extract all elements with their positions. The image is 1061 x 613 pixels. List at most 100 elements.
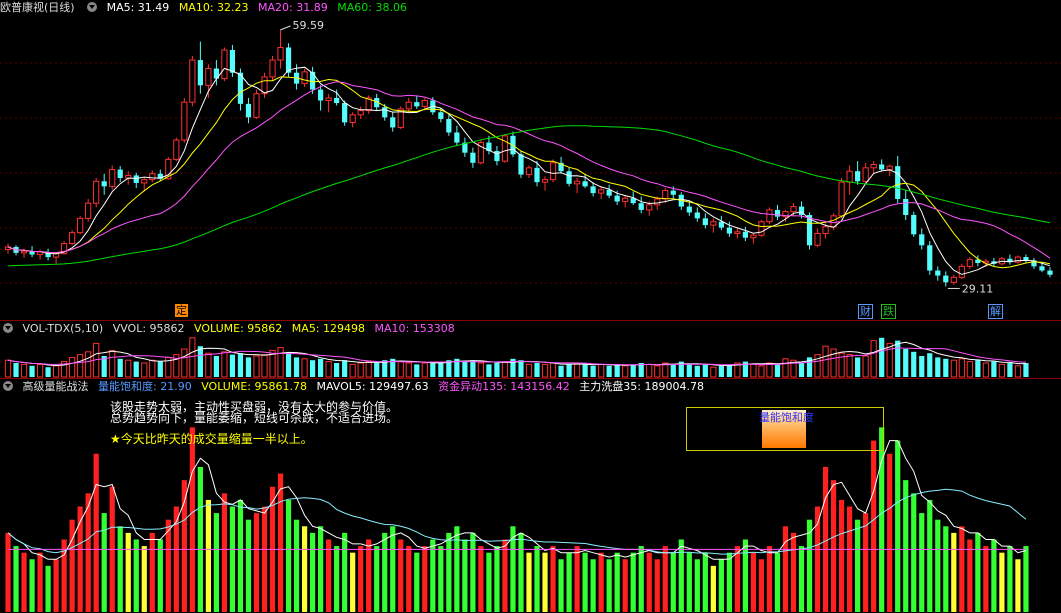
candle [686,206,692,213]
volume-bar [133,361,139,377]
indicator-bar [750,552,757,612]
volume-bar [342,360,348,377]
candle [253,93,260,118]
volume-bar [301,358,308,378]
marker-ding[interactable]: 定 [175,304,188,317]
candle [20,250,28,254]
volume-bar [614,364,620,377]
indicator-bar [253,513,260,612]
candle [662,190,669,200]
volume-bar [862,355,869,378]
volume-bar [261,354,268,378]
volume-bar [958,358,965,378]
volume-bar [405,362,412,378]
candle [334,97,340,104]
indicator-bar [406,546,412,612]
indicator-bar [309,532,316,612]
volume-bar [590,365,596,377]
indicator-bar [237,499,244,612]
indicator-bar [350,552,356,612]
volume-bar [229,354,236,377]
candle [598,189,605,194]
indicator-bar [694,559,700,612]
volume-bar [630,364,636,377]
indicator-bar [213,513,220,612]
indicator-bar [606,559,612,612]
candle [149,173,156,181]
volume-bar [77,354,84,378]
candle [750,234,757,239]
indicator-pane: 高级量能战法 量能饱和度: 21.90 VOLUME: 95861.78 MAV… [0,379,1061,613]
candle [117,169,123,178]
indicator-bar [582,552,588,612]
candle [269,59,276,78]
candle [958,265,965,278]
volume-bar [397,361,404,378]
candle [766,209,773,223]
volume-bar [309,360,316,377]
indicator-bar [590,559,596,612]
volume-bar [181,348,188,378]
volume-bar [782,358,789,378]
indicator-bar [638,546,644,612]
candle [221,49,228,80]
volume-chart[interactable] [0,321,1061,378]
indicator-bar [911,493,917,612]
indicator-bar [830,480,837,612]
candle [349,114,356,123]
marker-die[interactable]: 跌 [881,304,896,319]
indicator-bar [686,552,692,612]
indicator-bar [37,552,43,612]
marker-jie[interactable]: 解 [988,304,1003,319]
volume-bar [52,365,60,378]
indicator-bar [742,539,749,612]
indicator-bar [317,526,324,612]
indicator-bar [935,519,941,612]
indicator-bar [855,519,861,612]
candle [125,174,132,179]
volume-bar [927,353,933,377]
indicator-bar [847,506,853,612]
indicator-bar [790,532,797,612]
candle [325,97,332,101]
volume-bar [13,363,19,377]
candle [566,171,572,184]
candle [911,214,917,235]
candle [895,166,901,199]
volume-bar [886,342,893,378]
candle [52,253,60,258]
volume-bar [245,357,252,377]
indicator-bar [999,552,1005,612]
volume-bar [991,361,997,377]
volume-bar [726,364,732,377]
volume-bar [541,363,549,378]
indicator-bar [967,539,973,612]
candle [879,164,885,170]
candle [590,186,596,194]
candle [342,103,348,123]
candle [309,71,316,90]
price-chart[interactable]: 59.59 29.11 [0,0,1061,320]
indicator-bar [438,546,444,612]
volume-bar [758,365,765,378]
volume-bar [998,363,1006,378]
marker-cai[interactable]: 财 [858,304,873,319]
candle [438,112,444,120]
indicator-bar [702,552,708,612]
indicator-bar [181,480,187,612]
candle [862,167,869,182]
volume-bar [237,353,244,377]
indicator-bar [991,539,997,612]
indicator-bar [326,539,332,612]
indicator-bar [422,546,428,612]
candle [301,71,308,85]
analysis-line-3: ★今天比昨天的成交量缩量一半以上。 [110,432,313,446]
volume-bar [975,360,981,377]
candle [830,215,837,228]
indicator-bar [165,519,171,612]
candle [774,209,781,217]
candle [927,245,933,271]
indicator-bar [53,559,59,612]
indicator-bar [903,480,909,612]
indicator-bar [943,526,949,612]
